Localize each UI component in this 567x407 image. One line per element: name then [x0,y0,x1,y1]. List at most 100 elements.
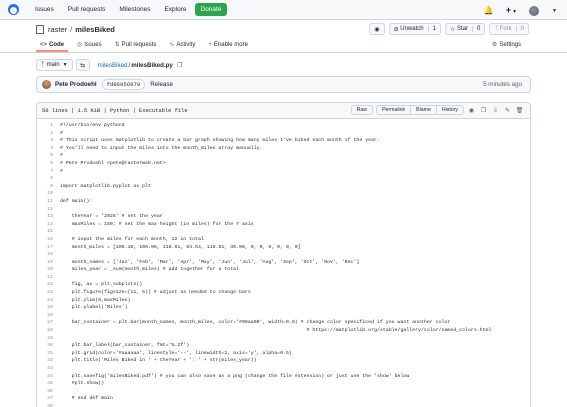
line-number[interactable]: 27 [37,319,53,327]
tab-pull-requests[interactable]: ⇅ Pull requests [111,41,161,52]
rss-icon: ◉ [374,26,380,33]
commit-message[interactable]: Release [150,81,173,88]
line-number[interactable]: 32 [37,357,53,365]
line-content: # You'll need to input the miles into th… [60,145,263,151]
line-number[interactable]: 35 [37,380,53,388]
line-number[interactable]: 5 [37,152,53,160]
avatar[interactable] [42,80,51,89]
line-number[interactable]: 37 [37,395,53,403]
code-line: 17 month_miles = [105.16, 106.96, 118.61… [37,244,530,252]
bell-icon[interactable]: 🔔 [484,5,494,17]
rss-button[interactable]: ◉ [369,23,385,35]
line-content: bar_container = plt.bar(month_names, mon… [60,320,451,326]
line-number[interactable]: 17 [37,244,53,252]
tab-issues[interactable]: ◎ Issues [73,41,106,52]
code-line: 26 [37,312,530,320]
fork-button[interactable]: ᛉ Fork 0 [489,23,529,35]
commit-author[interactable]: Pete Prodoehl [55,81,97,88]
nav-milestones[interactable]: Milestones [113,3,156,16]
line-number[interactable]: 11 [37,198,53,206]
line-number[interactable]: 1 [37,122,53,130]
repo-name[interactable]: milesBiked [75,25,115,34]
line-content [53,388,60,396]
line-number[interactable]: 14 [37,221,53,229]
line-number[interactable]: 4 [37,145,53,153]
raw-button[interactable]: Raw [350,105,374,115]
line-number[interactable]: 34 [37,373,53,381]
nav-pull-requests[interactable]: Pull requests [62,3,112,16]
line-number[interactable]: 31 [37,350,53,358]
line-number[interactable]: 38 [37,403,53,407]
line-number[interactable]: 3 [37,137,53,145]
edit-icon[interactable]: ✎ [503,107,512,114]
line-number[interactable]: 15 [37,228,53,236]
line-content: import matplotlib.pyplot as plt [60,183,151,189]
file-navigation: ᛉ main ▼ ⇆ milesBiked / milesBiked.py ❐ [0,56,567,74]
line-content: plt.ylim(0,maxMiles) [60,297,131,303]
compare-button[interactable]: ⇆ [75,59,90,71]
line-number[interactable]: 8 [37,175,53,183]
watch-count[interactable]: 1 [427,26,436,32]
branch-selector[interactable]: ᛉ main ▼ [36,59,73,71]
tab-enable-more[interactable]: + Enable more [204,42,252,52]
code-line: 9 import matplotlib.pyplot as plt [37,183,530,191]
line-number[interactable]: 23 [37,289,53,297]
star-count[interactable]: 0 [472,26,480,32]
chevron-down-icon[interactable]: ▼ [552,8,557,14]
avatar[interactable] [529,6,540,16]
copy-content-icon[interactable]: ❐ [479,107,488,114]
trash-icon[interactable]: 🗑 [515,107,524,114]
line-number[interactable]: 2 [37,130,53,138]
line-number[interactable]: 9 [37,183,53,191]
line-number[interactable]: 28 [37,327,53,335]
line-number[interactable]: 33 [37,365,53,373]
tab-activity[interactable]: ∿ Activity [165,41,199,52]
line-number[interactable]: 30 [37,342,53,350]
line-number[interactable]: 10 [37,190,53,198]
tab-code[interactable]: <> Code [36,42,69,52]
line-number[interactable]: 22 [37,281,53,289]
line-number[interactable]: 36 [37,388,53,396]
line-content [53,190,60,198]
line-content: plt.ylabel('Miles') [60,305,128,311]
line-content: #!/usr/bin/env python3 [60,123,125,128]
commit-hash[interactable]: fd86956979 [101,79,146,90]
gear-icon: ⚙ [491,42,498,48]
line-number[interactable]: 25 [37,304,53,312]
line-number[interactable]: 20 [37,266,53,274]
download-icon[interactable]: ⇩ [491,107,500,114]
line-content: theYear = '2025' # set the year [60,214,163,220]
line-number[interactable]: 19 [37,259,53,267]
line-number[interactable]: 24 [37,297,53,305]
code-line: 25 plt.ylabel('Miles') [37,304,530,312]
line-number[interactable]: 16 [37,236,53,244]
plus-icon[interactable]: +▼ [506,4,517,18]
fork-count[interactable]: 0 [515,26,524,32]
permalink-button[interactable]: Permalink [376,105,412,115]
blame-button[interactable]: Blame [410,105,437,115]
line-number[interactable]: 26 [37,312,53,320]
line-number[interactable]: 6 [37,160,53,168]
tab-settings[interactable]: ⚙ Settings [491,41,521,49]
nav-explore[interactable]: Explore [158,3,192,16]
repo-header: raster / milesBiked ◉ ⊘ Unwatch 1 ☆ Star 0… [0,20,567,38]
line-number[interactable]: 7 [37,168,53,176]
line-content: plt.grid(color='#aaaaaa', linestyle='--'… [60,350,292,356]
line-number[interactable]: 21 [37,274,53,282]
nav-donate[interactable]: Donate [194,3,228,16]
copy-icon[interactable]: ❐ [177,62,182,69]
line-number[interactable]: 12 [37,206,53,214]
gitea-logo-icon[interactable] [8,4,19,15]
breadcrumb-repo[interactable]: milesBiked [98,62,128,69]
line-number[interactable]: 18 [37,251,53,259]
history-button[interactable]: History [435,105,464,115]
line-content: plt.title('Miles Biked in ' + theYear + … [60,358,257,364]
star-button[interactable]: ☆ Star 0 [444,23,486,35]
line-number[interactable]: 13 [37,213,53,221]
line-number[interactable]: 29 [37,335,53,343]
nav-issues[interactable]: Issues [29,3,60,16]
unwatch-button[interactable]: ⊘ Unwatch 1 [388,23,441,35]
rss-icon[interactable]: ◉ [467,107,476,114]
repo-owner[interactable]: raster [48,25,67,34]
breadcrumb-separator: / [128,61,131,69]
